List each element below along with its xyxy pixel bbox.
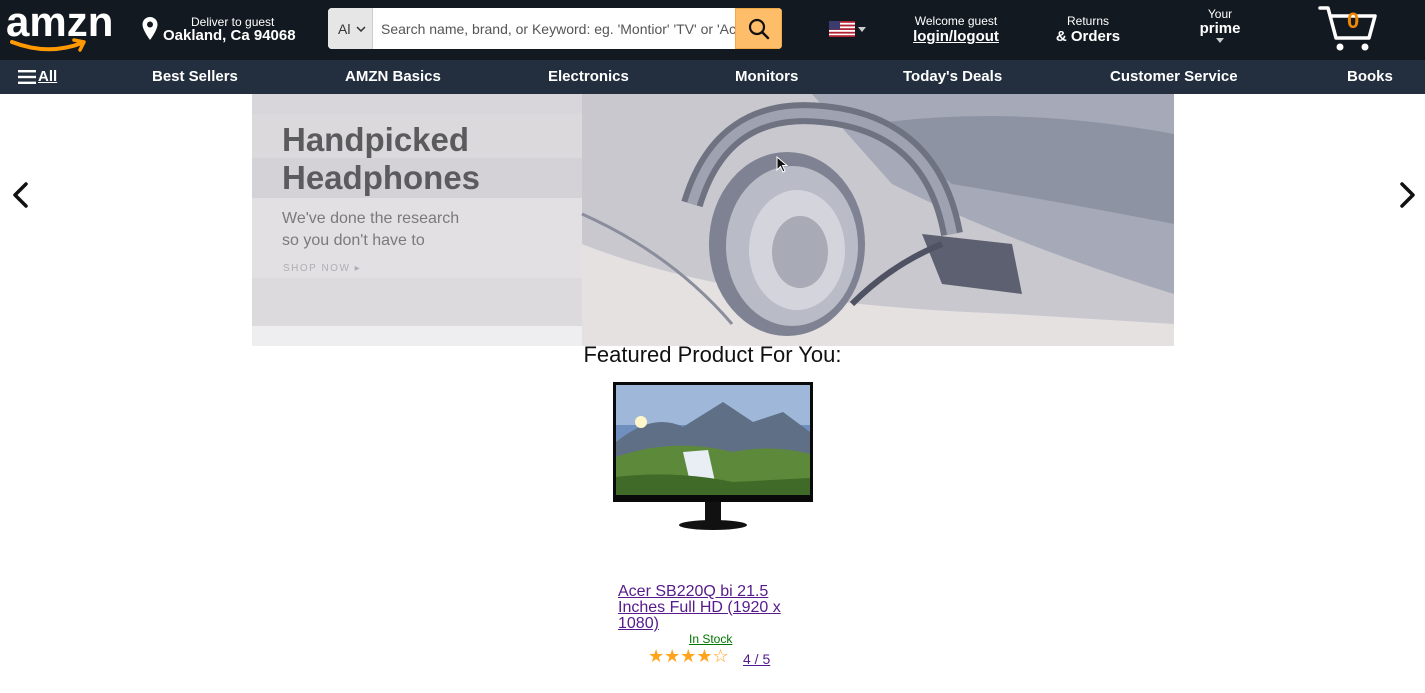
nav-item-electronics[interactable]: Electronics bbox=[548, 68, 629, 85]
search-input[interactable] bbox=[373, 8, 735, 49]
nav-item-amzn-basics[interactable]: AMZN Basics bbox=[345, 68, 441, 85]
nav-item-todays-deals[interactable]: Today's Deals bbox=[903, 68, 1002, 85]
hero-banner[interactable]: Handpicked Headphones We've done the res… bbox=[252, 94, 1174, 346]
hero-shop-now-link[interactable]: SHOP NOW ▸ bbox=[283, 263, 361, 274]
hero-title: Handpicked Headphones bbox=[282, 121, 481, 196]
site-logo[interactable]: amzn bbox=[6, 0, 114, 54]
all-menu-button[interactable]: All bbox=[18, 68, 57, 85]
orders-label: & Orders bbox=[1055, 28, 1121, 45]
account-greeting: Welcome guest bbox=[914, 14, 998, 28]
chevron-down-icon bbox=[356, 25, 366, 32]
mouse-cursor-icon bbox=[776, 156, 788, 173]
product-title-link[interactable]: Acer SB220Q bi 21.5 Inches Full HD (1920… bbox=[618, 584, 796, 632]
top-navigation-bar: amzn Deliver to guest Oakland, Ca 94068 … bbox=[0, 0, 1425, 60]
cart-count-badge: 0 bbox=[1347, 8, 1360, 33]
star-rating-icon: ★★★★☆ bbox=[648, 646, 729, 666]
nav-item-books[interactable]: Books bbox=[1347, 68, 1393, 85]
search-button[interactable] bbox=[735, 8, 782, 49]
cart-button[interactable]: 0 bbox=[1317, 4, 1379, 54]
featured-heading: Featured Product For You: bbox=[583, 342, 842, 367]
returns-orders-link[interactable]: Returns & Orders bbox=[1045, 14, 1131, 45]
deliver-address: Oakland, Ca 94068 bbox=[163, 27, 296, 44]
nav-item-monitors[interactable]: Monitors bbox=[735, 68, 798, 85]
returns-label: Returns bbox=[1066, 14, 1110, 28]
search-category-value: Al bbox=[338, 20, 351, 37]
login-logout-link[interactable]: login/logout bbox=[905, 28, 1007, 45]
prime-your-label: Your bbox=[1207, 7, 1233, 21]
nav-item-best-sellers[interactable]: Best Sellers bbox=[152, 68, 238, 85]
product-image[interactable] bbox=[613, 382, 813, 534]
prime-menu[interactable]: Your prime bbox=[1185, 7, 1255, 43]
prime-label: prime bbox=[1199, 20, 1241, 37]
hero-subtitle: We've done the research so you don't hav… bbox=[282, 210, 460, 249]
logo-smile-icon bbox=[10, 38, 86, 52]
carousel-next-button[interactable] bbox=[1398, 181, 1418, 209]
chevron-down-icon bbox=[1216, 38, 1224, 43]
map-pin-icon bbox=[142, 17, 158, 40]
carousel-prev-button[interactable] bbox=[10, 181, 30, 209]
nav-item-customer-service[interactable]: Customer Service bbox=[1110, 68, 1238, 85]
chevron-down-icon bbox=[858, 27, 866, 32]
account-login-link[interactable]: Welcome guest login/logout bbox=[905, 14, 1007, 45]
search-category-select[interactable]: Al bbox=[328, 8, 373, 49]
hamburger-icon bbox=[18, 69, 36, 84]
stock-status: In Stock bbox=[689, 632, 733, 646]
rating-link[interactable]: 4 / 5 bbox=[743, 651, 770, 667]
us-flag-icon[interactable] bbox=[829, 21, 855, 37]
search-bar: Al bbox=[328, 8, 782, 49]
all-menu-label: All bbox=[38, 68, 58, 85]
deliver-to-location[interactable]: Deliver to guest Oakland, Ca 94068 bbox=[141, 14, 301, 48]
category-navigation-bar: All Best Sellers AMZN Basics Electronics… bbox=[0, 60, 1425, 94]
magnifier-icon bbox=[748, 18, 769, 39]
